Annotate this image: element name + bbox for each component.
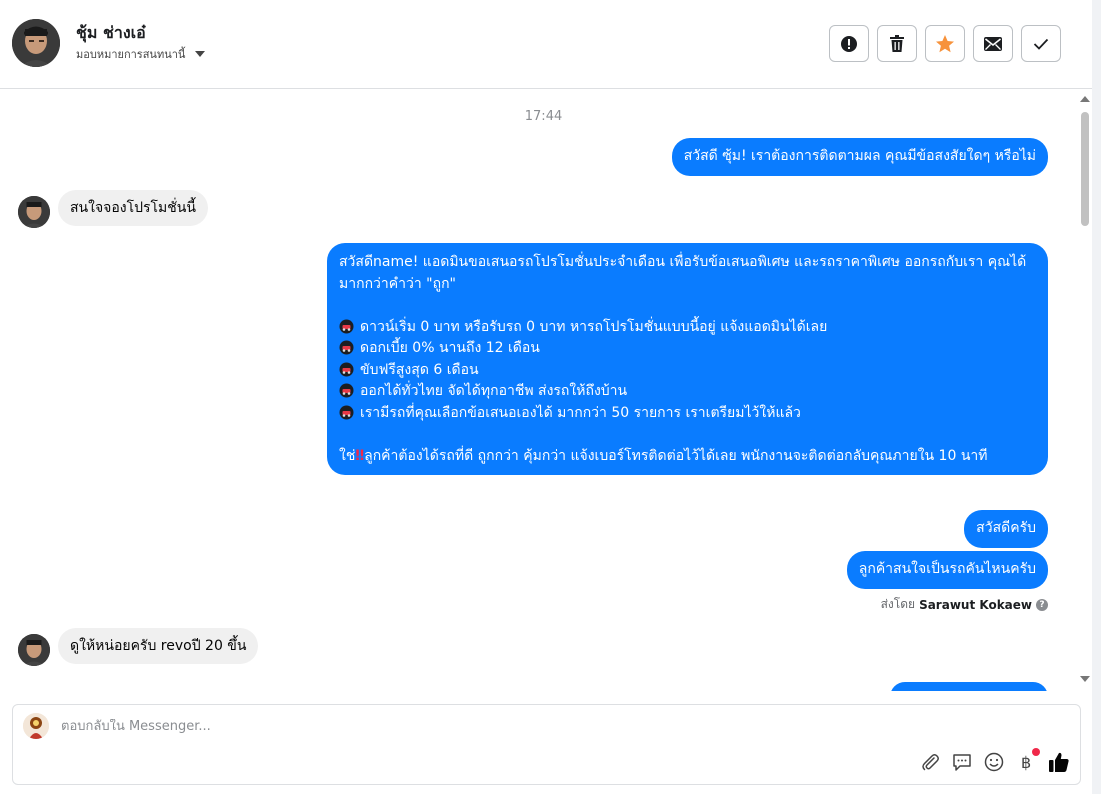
chevron-down-icon — [195, 51, 206, 57]
chat-scrollbar[interactable] — [1078, 92, 1092, 688]
outgoing-message[interactable]: ลูกค้าสนใจเป็นรถคันไหนครับ — [846, 551, 1048, 589]
assign-conversation-dropdown[interactable]: มอบหมายการสนทนานี้ — [76, 45, 206, 63]
notification-dot — [1032, 748, 1040, 756]
message-row-outgoing: สวัสดีครับ — [964, 510, 1048, 548]
svg-text:฿: ฿ — [1021, 753, 1031, 772]
message-row-incoming: สนใจจองโปรโมชั่นนี้ — [58, 190, 208, 226]
mark-unread-button[interactable] — [973, 25, 1013, 62]
window-edge — [1092, 0, 1101, 794]
attach-button[interactable] — [920, 750, 940, 774]
incoming-message[interactable]: สนใจจองโปรโมชั่นนี้ — [58, 190, 208, 226]
car-emoji-icon — [339, 405, 354, 420]
scrollbar-thumb[interactable] — [1081, 112, 1089, 226]
promo-bullet: ดาวน์เริ่ม 0 บาท หรือรับรถ 0 บาท หารถโปร… — [339, 317, 1036, 339]
car-emoji-icon — [339, 340, 354, 355]
like-button[interactable] — [1048, 750, 1070, 774]
trash-icon — [890, 34, 904, 52]
promo-bullet: ออกได้ทั่วไทย จัดได้ทุกอาชีพ ส่งรถให้ถึง… — [339, 381, 1036, 403]
exclamation-circle-icon — [841, 35, 857, 52]
saved-replies-button[interactable] — [952, 750, 972, 774]
conversation-header: ชุ้ม ช่างเอ๋ มอบหมายการสนทนานี้ — [0, 0, 1092, 89]
sent-by-label: ส่งโดย Sarawut Kokaew ? — [881, 595, 1048, 614]
outgoing-message[interactable]: สวัสดีครับ — [964, 510, 1048, 548]
mark-done-button[interactable] — [1021, 25, 1061, 62]
promo-intro: สวัสดีname! แอดมินขอเสนอรถโปรโมชั่นประจำ… — [339, 254, 1027, 292]
reply-composer: ฿ — [12, 704, 1081, 785]
incoming-message[interactable]: ดูให้หน่อยครับ revoปี 20 ขึ้น — [58, 628, 259, 664]
double-exclamation-icon: ‼ — [355, 447, 365, 464]
composer-tools: ฿ — [920, 748, 1070, 774]
sender-name[interactable]: Sarawut Kokaew — [919, 598, 1032, 612]
emoji-button[interactable] — [984, 750, 1004, 774]
paperclip-icon — [922, 754, 939, 771]
conversation-actions — [829, 25, 1061, 62]
car-emoji-icon — [339, 362, 354, 377]
mark-spam-button[interactable] — [829, 25, 869, 62]
promo-bullet: ดอกเบี้ย 0% นานถึง 12 เดือน — [339, 338, 1036, 360]
star-icon — [936, 34, 954, 52]
promo-closing: ใช่‼ลูกค้าต้องได้รถที่ดี ถูกกว่า คุ้มกว่… — [339, 447, 988, 464]
contact-avatar-small[interactable] — [18, 196, 50, 228]
checkmark-icon — [1033, 38, 1049, 50]
promo-bullet: เรามีรถที่คุณเลือกข้อเสนอเองได้ มากกว่า … — [339, 403, 1036, 425]
message-row-outgoing: สวัสดีname! แอดมินขอเสนอรถโปรโมชั่นประจำ… — [327, 243, 1048, 475]
contact-name[interactable]: ชุ้ม ช่างเอ๋ — [76, 21, 146, 46]
envelope-icon — [984, 36, 1002, 51]
scroll-up-arrow-icon[interactable] — [1080, 96, 1090, 102]
page-avatar — [23, 713, 49, 739]
message-thread: 17:44 สวัสดี ซุ้ม! เราต้องการติดตามผล คุ… — [0, 89, 1078, 691]
delete-button[interactable] — [877, 25, 917, 62]
reply-input[interactable] — [61, 719, 761, 734]
question-circle-icon[interactable]: ? — [1036, 598, 1048, 611]
car-emoji-icon — [339, 319, 354, 334]
outgoing-message-promo[interactable]: สวัสดีname! แอดมินขอเสนอรถโปรโมชั่นประจำ… — [327, 243, 1048, 475]
emoji-icon — [984, 752, 1004, 772]
saved-reply-icon — [953, 754, 971, 771]
like-thumb-icon — [1049, 752, 1069, 772]
message-row-outgoing: ลูกค้าสนใจเป็นรถคันไหนครับ — [846, 551, 1048, 589]
outgoing-message[interactable]: สวัสดี ซุ้ม! เราต้องการติดตามผล คุณมีข้อ… — [671, 138, 1048, 176]
payment-button[interactable]: ฿ — [1016, 748, 1040, 774]
message-row-incoming: ดูให้หน่อยครับ revoปี 20 ขึ้น — [58, 628, 259, 664]
contact-avatar[interactable] — [12, 19, 60, 67]
scroll-down-arrow-icon[interactable] — [1080, 676, 1090, 682]
outgoing-message-partial[interactable] — [890, 682, 1048, 691]
star-button[interactable] — [925, 25, 965, 62]
car-emoji-icon — [339, 383, 354, 398]
timestamp-separator: 17:44 — [524, 109, 563, 124]
contact-avatar-small[interactable] — [18, 634, 50, 666]
message-row-outgoing: สวัสดี ซุ้ม! เราต้องการติดตามผล คุณมีข้อ… — [671, 138, 1048, 176]
assign-label: มอบหมายการสนทนานี้ — [76, 48, 186, 61]
promo-bullet: ขับฟรีสูงสุด 6 เดือน — [339, 360, 1036, 382]
